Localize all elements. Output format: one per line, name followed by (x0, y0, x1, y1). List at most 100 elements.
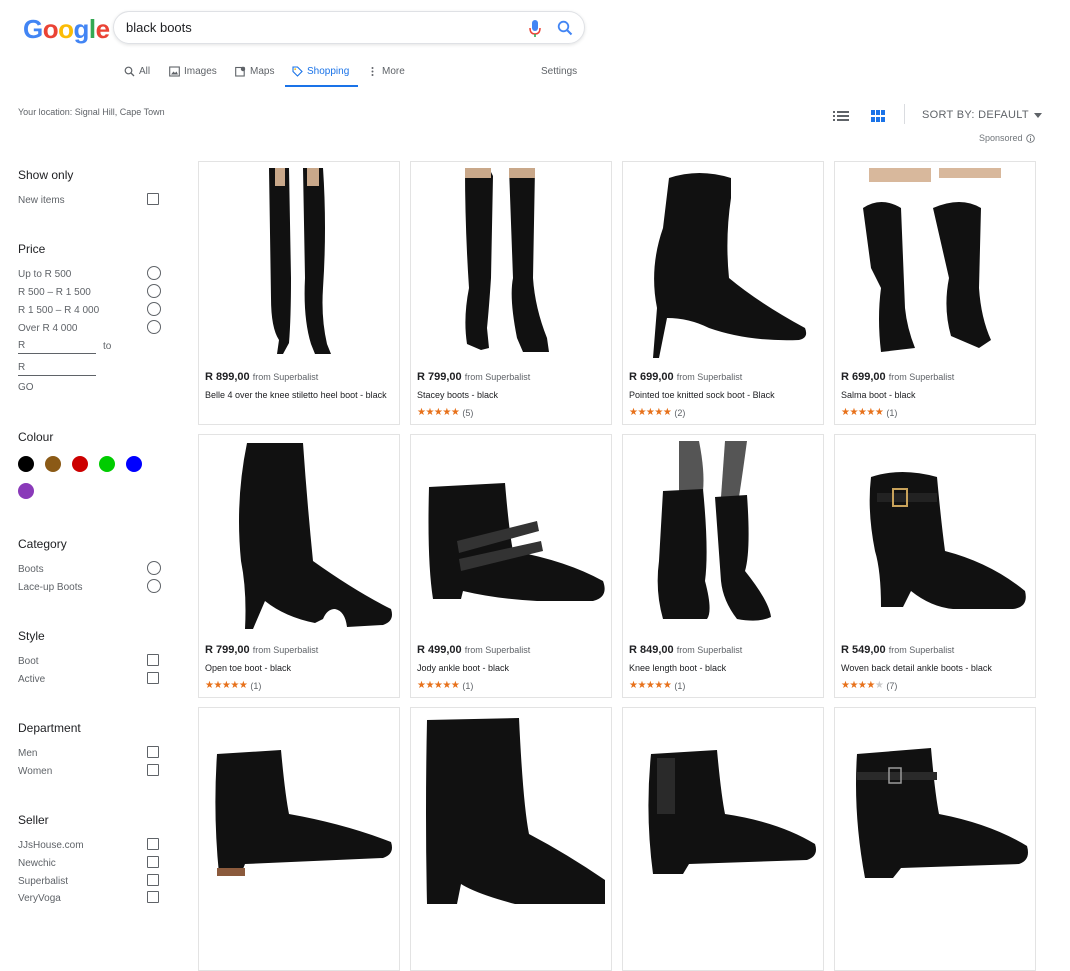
colour-swatch-purple[interactable] (18, 483, 34, 499)
colour-swatch-brown[interactable] (45, 456, 61, 472)
sort-dropdown[interactable]: SORT BY: DEFAULT (922, 109, 1042, 121)
checkbox[interactable] (147, 193, 159, 205)
search-box[interactable]: black boots (113, 11, 585, 44)
product-image[interactable] (629, 441, 817, 631)
product-title[interactable]: Open toe boot - black (205, 662, 391, 674)
product-image[interactable] (205, 168, 393, 358)
checkbox[interactable] (147, 874, 159, 886)
radio-button[interactable] (147, 579, 161, 593)
filter-option[interactable]: Boot (18, 656, 39, 667)
filter-title-colour: Colour (18, 430, 54, 444)
product-image[interactable] (841, 168, 1029, 358)
product-card[interactable]: R 549,00 from Superbalist Woven back deta… (834, 434, 1036, 698)
radio-button[interactable] (147, 284, 161, 298)
product-card[interactable] (622, 707, 824, 971)
filter-option[interactable]: VeryVoga (18, 893, 61, 904)
product-image[interactable] (841, 714, 1029, 904)
filter-option[interactable]: R 500 – R 1 500 (18, 287, 91, 298)
product-price: R 799,00 from Superbalist (205, 644, 318, 656)
product-card[interactable]: R 699,00 from Superbalist Salma boot - bl… (834, 161, 1036, 425)
checkbox[interactable] (147, 764, 159, 776)
checkbox[interactable] (147, 856, 159, 868)
filter-option[interactable]: JJsHouse.com (18, 840, 84, 851)
price-go-button[interactable]: GO (18, 382, 34, 393)
product-title[interactable]: Salma boot - black (841, 389, 1027, 401)
filter-title-category: Category (18, 537, 67, 551)
checkbox[interactable] (147, 838, 159, 850)
product-title[interactable]: Stacey boots - black (417, 389, 603, 401)
product-card[interactable]: R 849,00 from Superbalist Knee length boo… (622, 434, 824, 698)
product-card[interactable]: R 499,00 from Superbalist Jody ankle boot… (410, 434, 612, 698)
product-title[interactable]: Pointed toe knitted sock boot - Black (629, 389, 815, 401)
radio-button[interactable] (147, 302, 161, 316)
colour-swatch-red[interactable] (72, 456, 88, 472)
checkbox[interactable] (147, 672, 159, 684)
product-price: R 849,00 from Superbalist (629, 644, 742, 656)
product-image[interactable] (417, 441, 605, 631)
product-card[interactable]: R 799,00 from Superbalist Stacey boots - … (410, 161, 612, 425)
filter-option[interactable]: Up to R 500 (18, 269, 71, 280)
grid-view-icon[interactable] (871, 110, 885, 122)
search-input[interactable]: black boots (126, 20, 192, 35)
filter-option[interactable]: Superbalist (18, 876, 68, 887)
tab-images[interactable]: Images (169, 62, 217, 80)
sort-label: SORT BY: DEFAULT (922, 109, 1029, 121)
checkbox[interactable] (147, 746, 159, 758)
product-price: R 699,00 from Superbalist (841, 371, 954, 383)
radio-button[interactable] (147, 320, 161, 334)
price-value: R 799,00 (417, 371, 465, 383)
product-title[interactable]: Jody ankle boot - black (417, 662, 603, 674)
colour-swatch-black[interactable] (18, 456, 34, 472)
radio-button[interactable] (147, 561, 161, 575)
max-price-input[interactable]: R (18, 362, 96, 376)
colour-swatch-green[interactable] (99, 456, 115, 472)
product-card[interactable]: R 699,00 from Superbalist Pointed toe kni… (622, 161, 824, 425)
price-to-label: to (103, 341, 112, 352)
filter-option[interactable]: Over R 4 000 (18, 323, 77, 334)
product-image[interactable] (205, 714, 393, 904)
checkbox[interactable] (147, 891, 159, 903)
product-card[interactable] (198, 707, 400, 971)
product-card[interactable]: R 799,00 from Superbalist Open toe boot -… (198, 434, 400, 698)
info-icon[interactable] (1025, 133, 1035, 143)
logo-letter: G (23, 14, 43, 44)
product-image[interactable] (417, 168, 605, 358)
filter-option[interactable]: Newchic (18, 858, 56, 869)
tab-more[interactable]: More (367, 62, 405, 80)
filter-option[interactable]: Boots (18, 564, 44, 575)
product-title[interactable]: Knee length boot - black (629, 662, 815, 674)
min-price-input[interactable]: R (18, 340, 96, 354)
product-image[interactable] (841, 441, 1029, 631)
product-image[interactable] (629, 168, 817, 358)
list-view-icon[interactable] (833, 110, 849, 122)
settings-link[interactable]: Settings (541, 62, 577, 80)
filter-option[interactable]: Lace-up Boots (18, 582, 83, 593)
filter-option[interactable]: Men (18, 748, 37, 759)
product-image[interactable] (629, 714, 817, 904)
active-tab-indicator (285, 85, 358, 87)
product-card[interactable] (410, 707, 612, 971)
search-icon[interactable] (557, 20, 573, 36)
filter-option[interactable]: Women (18, 766, 52, 777)
product-card[interactable] (834, 707, 1036, 971)
tab-maps[interactable]: Maps (235, 62, 274, 80)
google-logo[interactable]: Google (23, 14, 110, 45)
logo-letter: l (88, 14, 96, 44)
product-title[interactable]: Belle 4 over the knee stiletto heel boot… (205, 389, 391, 401)
colour-swatch-blue[interactable] (126, 456, 142, 472)
tab-label: More (382, 65, 405, 77)
microphone-icon[interactable] (529, 20, 541, 38)
radio-button[interactable] (147, 266, 161, 280)
more-vertical-icon (371, 66, 374, 76)
checkbox[interactable] (147, 654, 159, 666)
tab-all[interactable]: All (124, 62, 150, 80)
product-title[interactable]: Woven back detail ankle boots - black (841, 662, 1027, 674)
filter-option[interactable]: New items (18, 195, 65, 206)
star-rating-icon: ★★★★★ (417, 407, 460, 418)
product-image[interactable] (205, 441, 393, 631)
product-card[interactable]: R 899,00 from Superbalist Belle 4 over th… (198, 161, 400, 425)
filter-option[interactable]: Active (18, 674, 45, 685)
tab-shopping[interactable]: Shopping (292, 62, 349, 80)
filter-option[interactable]: R 1 500 – R 4 000 (18, 305, 99, 316)
product-image[interactable] (417, 714, 605, 904)
